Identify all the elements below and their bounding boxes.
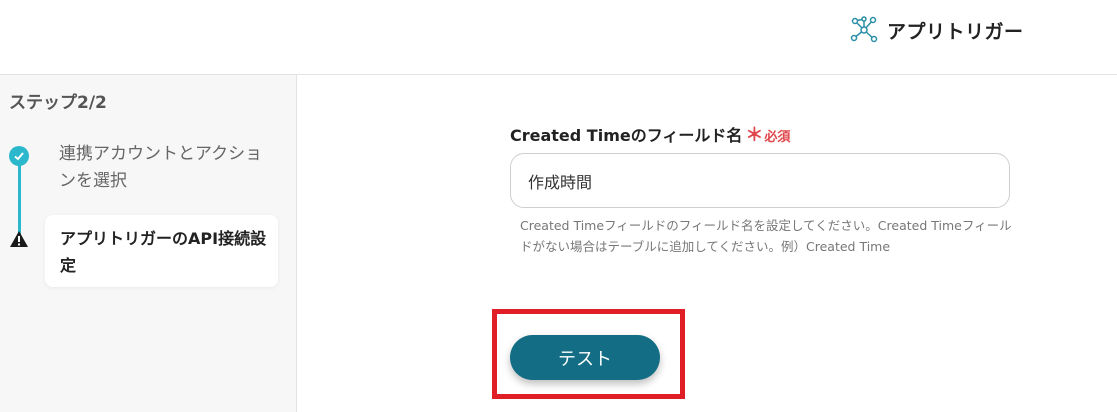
required-badge: 必須 [764,130,791,145]
field-label: Created Timeのフィールド名 ＊必須 [510,121,790,147]
step-sidebar: ステップ2/2 連携アカウントとアクションを選択 アプリトリガーのAPI接続設定 [0,75,297,412]
header: アプリトリガー [0,0,1117,75]
required-asterisk: ＊ [745,125,764,146]
step-counter: ステップ2/2 [9,93,107,113]
test-button[interactable]: テスト [510,335,660,380]
step-item-select-account[interactable]: 連携アカウントとアクションを選択 [59,141,269,195]
step-item-api-settings[interactable]: アプリトリガーのAPI接続設定 [45,215,278,287]
check-icon [9,146,29,166]
field-label-text: Created Timeのフィールド名 [510,126,743,145]
warning-icon [10,231,28,247]
network-nodes-icon [850,16,878,43]
step-connector-line [18,155,21,235]
brand: アプリトリガー [850,14,1024,46]
created-time-field-input[interactable] [510,153,1010,208]
field-help-text: Created Timeフィールドのフィールド名を設定してください。Create… [520,218,1012,254]
app-title: アプリトリガー [887,20,1024,43]
step-item-label: アプリトリガーのAPI接続設定 [60,229,267,275]
